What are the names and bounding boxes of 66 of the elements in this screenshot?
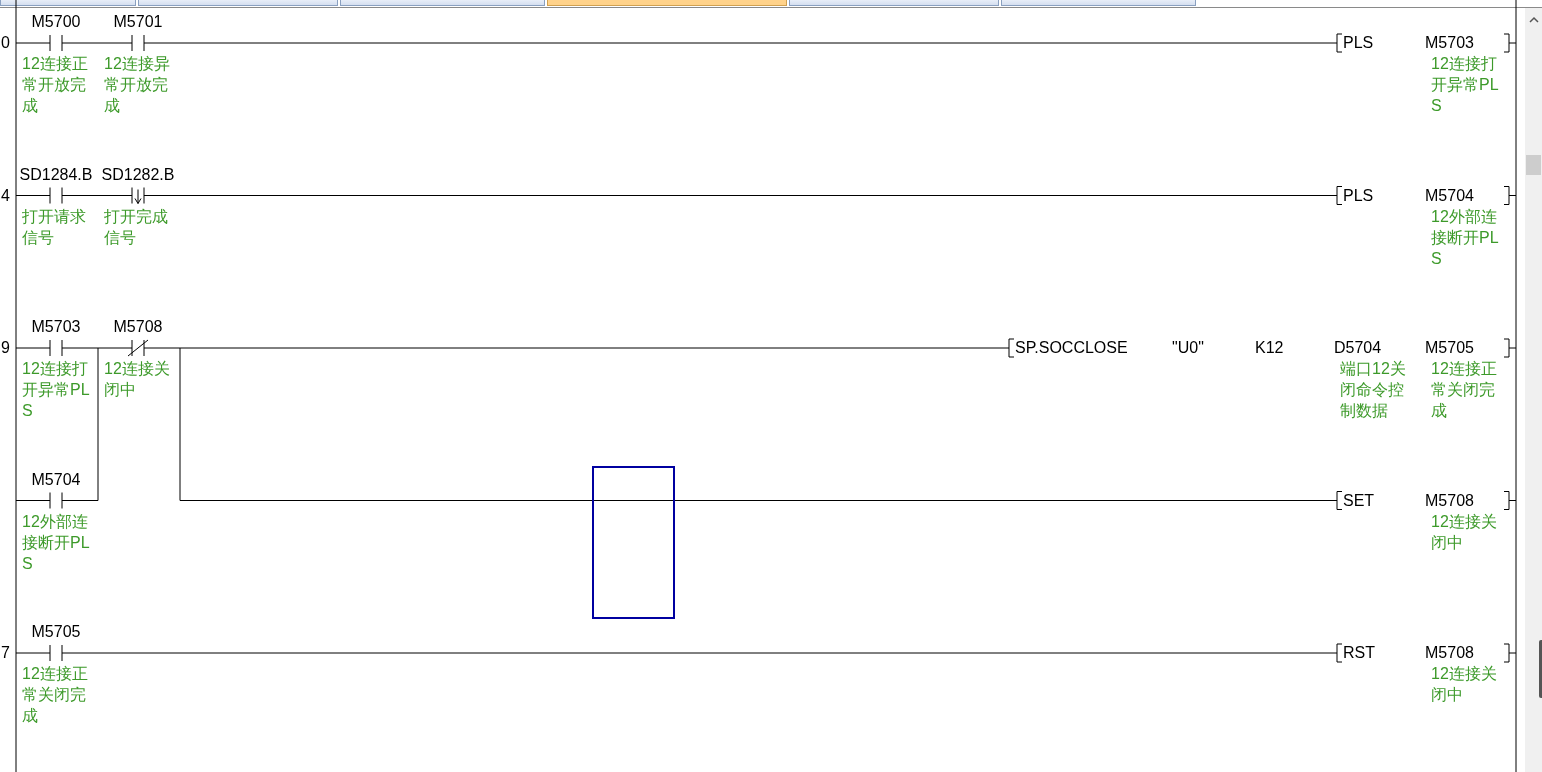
operand-label: M5703	[1425, 34, 1474, 52]
step-number: 0	[1, 34, 10, 52]
wire	[1508, 42, 1517, 44]
tab[interactable]	[1001, 0, 1196, 6]
tab[interactable]	[138, 0, 338, 6]
step-number: 9	[1, 339, 10, 357]
instruction-mnemonic: PLS	[1343, 34, 1374, 52]
close-bracket	[1503, 33, 1510, 53]
device-comment: 打开完成信号	[104, 206, 169, 248]
vertical-scrollbar[interactable]	[1525, 8, 1542, 772]
device-comment: 打开请求信号	[22, 206, 87, 248]
step-number: 4	[1, 186, 10, 205]
operand-label: M5708	[1425, 491, 1474, 510]
normally-closed-contact	[127, 339, 149, 357]
operand-label: M5708	[1425, 644, 1474, 662]
wire	[1508, 652, 1517, 654]
device-comment: 12连接关闭中	[1431, 664, 1498, 705]
tab[interactable]	[340, 0, 545, 6]
device-comment: 12连接正常关闭完成	[22, 664, 89, 726]
operand-label: "U0"	[1172, 339, 1204, 357]
device-comment: 12外部连接断开PLS	[22, 511, 91, 574]
instruction-mnemonic: PLS	[1343, 186, 1374, 205]
wire	[1508, 347, 1517, 349]
device-label: M5703	[30, 318, 82, 336]
device-label: SD1284.B	[18, 165, 94, 184]
device-comment: 12连接打开异常PLS	[22, 359, 91, 421]
device-comment: 12连接关闭中	[104, 359, 171, 400]
open-bracket	[1336, 643, 1343, 663]
device-comment: 12外部连接断开PLS	[1431, 206, 1500, 269]
tab[interactable]	[0, 0, 136, 6]
wire	[1508, 195, 1517, 196]
tab[interactable]	[547, 0, 787, 6]
tab[interactable]	[789, 0, 999, 6]
operand-label: M5705	[1425, 339, 1474, 357]
close-bracket	[1503, 643, 1510, 663]
open-bracket	[1336, 33, 1343, 53]
open-bracket	[1336, 186, 1343, 205]
wire	[1508, 500, 1517, 501]
device-comment: 12连接正常开放完成	[22, 54, 89, 116]
operand-label: K12	[1255, 339, 1284, 357]
instruction-mnemonic: SET	[1343, 491, 1375, 510]
instruction-mnemonic: RST	[1343, 644, 1375, 662]
scroll-thumb[interactable]	[1526, 155, 1541, 175]
close-bracket	[1503, 338, 1510, 358]
scroll-up-icon[interactable]	[1529, 16, 1539, 23]
device-label: SD1282.B	[100, 165, 176, 184]
close-bracket	[1503, 186, 1510, 205]
open-bracket	[1008, 338, 1015, 358]
device-label: M5705	[30, 623, 82, 641]
device-comment: 12连接异常开放完成	[104, 54, 171, 116]
device-comment: 端口12关闭命令控制数据	[1340, 359, 1407, 421]
device-comment: 12连接正常关闭完成	[1431, 359, 1498, 421]
falling-edge-contact	[131, 187, 145, 204]
operand-label: D5704	[1334, 339, 1382, 357]
device-comment: 12连接打开异常PLS	[1431, 54, 1500, 116]
close-bracket	[1503, 491, 1510, 510]
step-number: 7	[1, 644, 10, 662]
split-handle[interactable]	[1539, 640, 1542, 698]
device-comment: 12连接关闭中	[1431, 511, 1498, 553]
device-label: M5700	[30, 13, 82, 31]
device-label: M5704	[30, 470, 82, 489]
device-label: M5701	[112, 13, 164, 31]
open-bracket	[1336, 491, 1343, 510]
device-label: M5708	[112, 318, 164, 336]
instruction-mnemonic: SP.SOCCLOSE	[1015, 339, 1128, 357]
operand-label: M5704	[1425, 186, 1474, 205]
